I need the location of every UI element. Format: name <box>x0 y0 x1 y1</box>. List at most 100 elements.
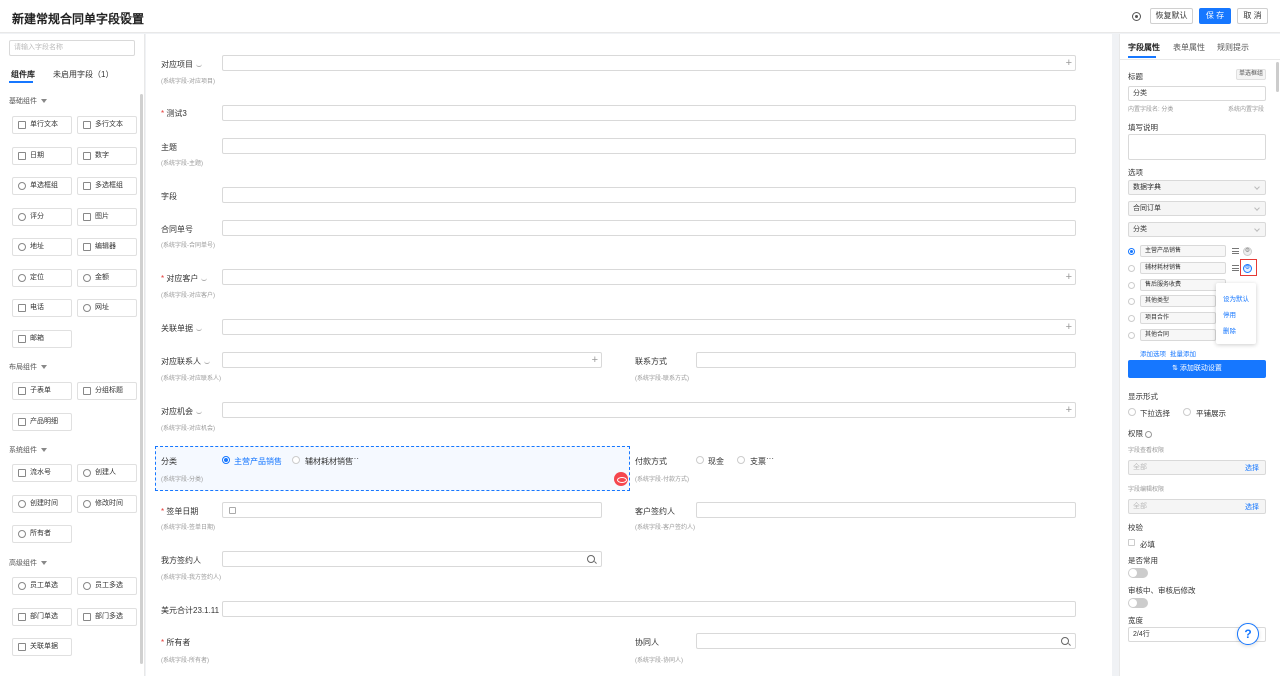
option-input-3[interactable]: 售后服务收费 <box>1140 279 1226 291</box>
option-default-radio[interactable] <box>1128 298 1135 305</box>
view-select-link[interactable]: 选择 <box>1245 462 1259 475</box>
display-dropdown-radio[interactable] <box>1128 408 1136 416</box>
plus-icon[interactable]: + <box>1066 272 1072 283</box>
component-item[interactable]: 定位 <box>12 269 72 287</box>
field-input[interactable] <box>222 187 1076 203</box>
drag-handle-icon[interactable] <box>1232 265 1239 271</box>
group-advanced[interactable]: 高级组件 <box>9 558 47 568</box>
our-signer-input[interactable] <box>222 551 602 567</box>
usd-total-input[interactable] <box>222 601 1076 617</box>
group-basic[interactable]: 基础组件 <box>9 96 47 106</box>
left-scrollbar[interactable] <box>140 94 143 664</box>
component-item[interactable]: 多选框组 <box>77 177 137 195</box>
batch-add-link[interactable]: 批量添加 <box>1170 348 1196 358</box>
drag-handle-icon[interactable] <box>1232 248 1239 254</box>
component-item[interactable]: 所有者 <box>12 525 72 543</box>
category-radio-1[interactable] <box>222 456 230 464</box>
gear-icon[interactable]: ⚙ <box>1243 247 1252 256</box>
category-radio-2[interactable] <box>292 456 300 464</box>
component-item[interactable]: 创建人 <box>77 464 137 482</box>
field-search-input[interactable]: 请输入字段名称 <box>9 40 135 56</box>
payment-radio-2[interactable] <box>737 456 745 464</box>
menu-disable[interactable]: 停用 <box>1223 309 1236 319</box>
common-toggle[interactable] <box>1128 568 1148 578</box>
component-item[interactable]: 子表单 <box>12 382 72 400</box>
option-input-2[interactable]: 辅材耗材销售 <box>1140 262 1226 274</box>
more-icon[interactable]: ··· <box>351 454 359 463</box>
add-option-link[interactable]: 添加选项 <box>1140 348 1166 358</box>
component-item[interactable]: 多行文本 <box>77 116 137 134</box>
contract-no-input[interactable] <box>222 220 1076 236</box>
component-item[interactable]: 数字 <box>77 147 137 165</box>
add-linkage-button[interactable]: ⇅ 添加联动设置 <box>1128 360 1266 378</box>
title-input[interactable]: 分类 <box>1128 86 1266 101</box>
tab-component-library[interactable]: 组件库 <box>11 69 35 80</box>
option-default-radio[interactable] <box>1128 282 1135 289</box>
opportunity-input[interactable]: + <box>222 402 1076 418</box>
component-item[interactable]: 单行文本 <box>12 116 72 134</box>
description-textarea[interactable] <box>1128 134 1266 160</box>
cust-signer-input[interactable] <box>696 502 1076 518</box>
option-input-1[interactable]: 主营产品销售 <box>1140 245 1226 257</box>
tab-form-properties[interactable]: 表单属性 <box>1173 42 1205 53</box>
view-permission-field[interactable]: 全部 选择 <box>1128 460 1266 475</box>
preview-icon[interactable] <box>1132 12 1141 21</box>
plus-icon[interactable]: + <box>1066 322 1072 333</box>
customer-input[interactable]: + <box>222 269 1076 285</box>
project-input[interactable]: + <box>222 55 1076 71</box>
review-modify-toggle[interactable] <box>1128 598 1148 608</box>
component-item[interactable]: 评分 <box>12 208 72 226</box>
option-default-radio[interactable] <box>1128 265 1135 272</box>
menu-delete[interactable]: 删除 <box>1223 325 1236 335</box>
subject-input[interactable] <box>222 138 1076 154</box>
hide-field-icon[interactable] <box>614 472 628 486</box>
sign-date-input[interactable] <box>222 502 602 518</box>
related-doc-input[interactable]: + <box>222 319 1076 335</box>
component-item[interactable]: 分组标题 <box>77 382 137 400</box>
component-item[interactable]: 产品明细 <box>12 413 72 431</box>
plus-icon[interactable]: + <box>1066 58 1072 69</box>
category-select[interactable]: 分类 <box>1128 222 1266 237</box>
component-item[interactable]: 日期 <box>12 147 72 165</box>
restore-default-button[interactable]: 恢复默认 <box>1150 8 1193 24</box>
plus-icon[interactable]: + <box>1066 405 1072 416</box>
tab-rule-hints[interactable]: 规则提示 <box>1217 42 1249 53</box>
cancel-button[interactable]: 取 消 <box>1237 8 1268 24</box>
right-scrollbar[interactable] <box>1276 62 1279 92</box>
component-item[interactable]: 地址 <box>12 238 72 256</box>
display-tile-radio[interactable] <box>1183 408 1191 416</box>
group-system[interactable]: 系统组件 <box>9 445 47 455</box>
option-default-radio[interactable] <box>1128 248 1135 255</box>
group-layout[interactable]: 布局组件 <box>9 362 47 372</box>
component-item[interactable]: 邮箱 <box>12 330 72 348</box>
component-item[interactable]: 电话 <box>12 299 72 317</box>
layout-toggle-icon[interactable] <box>121 12 130 21</box>
menu-set-default[interactable]: 设为默认 <box>1223 293 1249 303</box>
component-item[interactable]: 金额 <box>77 269 137 287</box>
component-item[interactable]: 员工单选 <box>12 577 72 595</box>
component-item[interactable]: 图片 <box>77 208 137 226</box>
selected-field-category[interactable] <box>155 446 630 491</box>
source-select[interactable]: 数据字典 <box>1128 180 1266 195</box>
option-input-5[interactable]: 项目合作 <box>1140 312 1216 324</box>
component-item[interactable]: 修改时间 <box>77 495 137 513</box>
component-item[interactable]: 部门多选 <box>77 608 137 626</box>
help-button[interactable]: ? <box>1237 623 1259 645</box>
dict-select[interactable]: 合同订单 <box>1128 201 1266 216</box>
edit-select-link[interactable]: 选择 <box>1245 501 1259 514</box>
component-item[interactable]: 流水号 <box>12 464 72 482</box>
plus-icon[interactable]: + <box>592 355 598 366</box>
component-item[interactable]: 创建时间 <box>12 495 72 513</box>
option-input-4[interactable]: 其他类型 <box>1140 295 1216 307</box>
component-item[interactable]: 员工多选 <box>77 577 137 595</box>
option-default-radio[interactable] <box>1128 332 1135 339</box>
component-item[interactable]: 关联单据 <box>12 638 72 656</box>
edit-permission-field[interactable]: 全部 选择 <box>1128 499 1266 514</box>
more-icon[interactable]: ··· <box>766 454 774 463</box>
search-icon[interactable] <box>1061 637 1069 645</box>
option-default-radio[interactable] <box>1128 315 1135 322</box>
component-item[interactable]: 部门单选 <box>12 608 72 626</box>
tab-unused-fields[interactable]: 未启用字段（1） <box>53 69 113 80</box>
test3-input[interactable] <box>222 105 1076 121</box>
search-icon[interactable] <box>587 555 595 563</box>
